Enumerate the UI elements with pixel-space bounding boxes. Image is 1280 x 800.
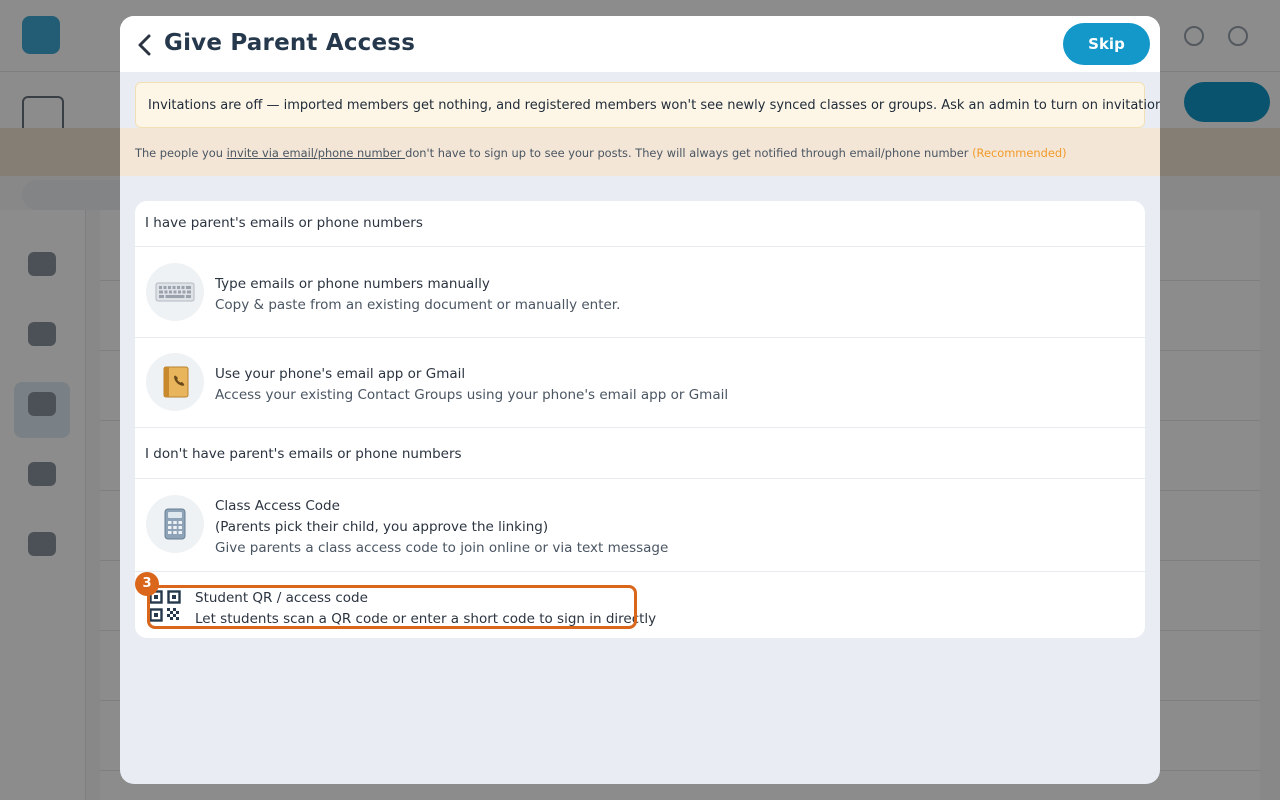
step-number-badge: 3	[135, 572, 159, 596]
invitations-off-alert: Invitations are off — imported members g…	[135, 82, 1160, 128]
section-have-contacts: I have parent's emails or phone numbers	[145, 215, 423, 231]
option-phone-app-desc: Access your existing Contact Groups usin…	[215, 387, 729, 403]
modal-header: Give Parent Access Skip	[120, 16, 1160, 72]
contact-book-icon	[163, 366, 189, 398]
option-type-manually[interactable]: Type emails or phone numbers manually Co…	[135, 247, 1145, 337]
divider	[135, 427, 1145, 428]
option-phone-email-app[interactable]: Use your phone's email app or Gmail Acce…	[135, 338, 1145, 427]
section-no-contacts: I don't have parent's emails or phone nu…	[145, 446, 462, 462]
option-class-code-subtitle: (Parents pick their child, you approve t…	[215, 519, 549, 535]
contact-book-icon-wrap	[146, 353, 204, 411]
calculator-icon	[164, 508, 186, 540]
option-class-code-title: Class Access Code	[215, 498, 340, 514]
options-card: I have parent's emails or phone numbers …	[135, 201, 1145, 638]
divider	[135, 571, 1145, 572]
recommended-label: (Recommended)	[972, 146, 1067, 160]
keyboard-icon	[155, 282, 195, 302]
calculator-icon-wrap	[146, 495, 204, 553]
option-student-qr-code[interactable]: Student QR / access code Let students sc…	[135, 583, 1145, 638]
option-student-qr-title: Student QR / access code	[195, 590, 368, 606]
info-text-prefix: The people you	[135, 146, 227, 160]
skip-button[interactable]: Skip	[1063, 23, 1150, 65]
option-class-code-desc: Give parents a class access code to join…	[215, 540, 669, 556]
back-button[interactable]	[130, 30, 160, 60]
invite-via-email-link[interactable]: invite via email/phone number	[227, 146, 406, 160]
option-student-qr-desc: Let students scan a QR code or enter a s…	[195, 611, 657, 627]
modal-title: Give Parent Access	[164, 30, 416, 56]
invite-info-strip: The people you invite via email/phone nu…	[120, 128, 1160, 176]
info-text-suffix: don't have to sign up to see your posts.…	[405, 146, 973, 160]
option-manual-desc: Copy & paste from an existing document o…	[215, 297, 621, 313]
keyboard-icon-wrap	[146, 263, 204, 321]
chevron-left-icon	[138, 34, 151, 56]
qr-code-icon	[149, 590, 181, 622]
option-phone-app-title: Use your phone's email app or Gmail	[215, 366, 466, 382]
option-manual-title: Type emails or phone numbers manually	[215, 276, 490, 292]
option-class-access-code[interactable]: Class Access Code (Parents pick their ch…	[135, 479, 1145, 571]
give-parent-access-modal: Give Parent Access Skip Invitations are …	[120, 16, 1160, 784]
